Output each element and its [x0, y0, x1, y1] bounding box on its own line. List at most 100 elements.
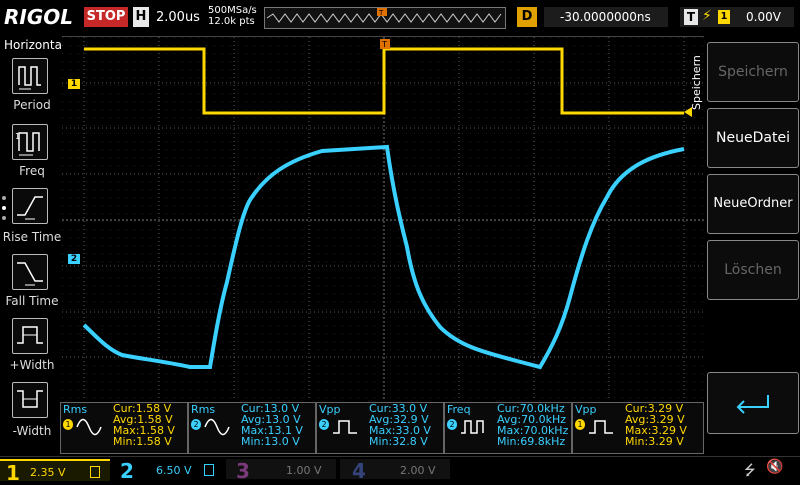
rise-time-icon	[17, 196, 43, 220]
pos-width-label: +Width	[9, 358, 55, 372]
vpp-icon	[333, 420, 357, 434]
left-panel-title: Horizontal	[4, 38, 66, 52]
measurement-values: Cur:70.0kHz Avg:70.0kHz Max:70.0kHz Min:…	[497, 403, 568, 447]
freq-label: Freq	[19, 164, 45, 178]
delay-label: D	[517, 7, 537, 27]
channel-badge: 2	[319, 419, 329, 430]
measurement-freq-ch2[interactable]: Freq 2 Cur:70.0kHz Avg:70.0kHz Max:70.0k…	[444, 402, 572, 454]
measurement-strip: Rms 1 Cur:1.58 V Avg:1.58 V Max:1.58 V M…	[60, 400, 704, 454]
measurement-name: Freq	[447, 403, 471, 416]
trigger-source-badge: 1	[718, 10, 730, 24]
ch2-scale: 6.50 V	[156, 464, 192, 477]
trigger-edge-icon: ⚡	[702, 8, 712, 24]
value-min: Min:69.8kHz	[497, 435, 566, 448]
fall-time-label: Fall Time	[5, 294, 59, 308]
sine-icon	[76, 418, 102, 436]
ch2-tab[interactable]: 2 6.50 V	[112, 459, 222, 483]
sample-rate: 500MSa/s	[208, 5, 257, 16]
new-folder-button[interactable]: NeueOrdner	[707, 174, 799, 234]
memory-points: 12.0k pts	[208, 16, 255, 27]
top-status-bar: RIGOL STOP H 2.00us 500MSa/s 12.0k pts T…	[0, 0, 800, 36]
memory-overview[interactable]: T	[264, 7, 506, 29]
measurement-vpp-ch1[interactable]: Vpp 1 Cur:3.29 V Avg:3.29 V Max:3.29 V M…	[572, 402, 704, 454]
page-dot	[2, 216, 6, 220]
rise-time-button[interactable]	[12, 188, 48, 224]
period-label: Period	[13, 98, 51, 112]
ch1-tab[interactable]: 1 2.35 V	[0, 459, 110, 485]
measurement-values: Cur:1.58 V Avg:1.58 V Max:1.58 V Min:1.5…	[113, 403, 175, 447]
trigger-level: 0.00V	[746, 10, 781, 24]
value-min: Min:1.58 V	[113, 435, 172, 448]
memory-waveform-icon: T	[266, 8, 502, 23]
waveform-graticule: T	[62, 37, 704, 401]
measurement-values: Cur:13.0 V Avg:13.0 V Max:13.1 V Min:13.…	[241, 403, 303, 447]
return-button[interactable]	[707, 372, 799, 434]
sine-icon	[204, 418, 230, 436]
ch3-scale: 1.00 V	[286, 464, 322, 477]
measurement-name: Vpp	[575, 403, 597, 416]
ch4-tab[interactable]: 4 2.00 V	[340, 459, 450, 483]
timebase-value[interactable]: 2.00us	[156, 10, 200, 25]
period-icon	[18, 66, 41, 90]
measurement-name: Rms	[63, 403, 88, 416]
page-dot	[2, 196, 6, 200]
measurement-values: Cur:33.0 V Avg:32.9 V Max:33.0 V Min:32.…	[369, 403, 431, 447]
frequency-icon: 1	[15, 132, 40, 156]
rise-time-label: Rise Time	[2, 230, 62, 244]
sample-info: 500MSa/s 12.0k pts	[208, 5, 257, 27]
measurement-name: Rms	[191, 403, 216, 416]
measurement-rms-ch2[interactable]: Rms 2 Cur:13.0 V Avg:13.0 V Max:13.1 V M…	[188, 402, 316, 454]
ch1-number: 1	[6, 461, 20, 485]
channel-badge: 2	[447, 419, 457, 430]
ch2-number: 2	[120, 459, 134, 483]
value-min: Min:32.8 V	[369, 435, 428, 448]
measurement-vpp-ch2[interactable]: Vpp 2 Cur:33.0 V Avg:32.9 V Max:33.0 V M…	[316, 402, 444, 454]
ch1-scale: 2.35 V	[30, 466, 66, 479]
measurement-values: Cur:3.29 V Avg:3.29 V Max:3.29 V Min:3.2…	[625, 403, 687, 447]
ch3-tab[interactable]: 3 1.00 V	[226, 459, 336, 483]
delete-button[interactable]: Löschen	[707, 240, 799, 300]
ch2-coupling-icon	[204, 464, 214, 476]
freq-button[interactable]: 1	[12, 124, 48, 160]
brand-logo: RIGOL	[4, 5, 74, 29]
ch1-coupling-icon	[90, 466, 100, 478]
trigger-position-marker: T	[381, 40, 387, 49]
fall-time-button[interactable]	[12, 254, 48, 290]
new-file-button[interactable]: NeueDatei	[707, 108, 799, 168]
page-dot-active	[2, 206, 6, 210]
trigger-info[interactable]: T ⚡ 1 0.00V	[680, 7, 794, 27]
return-arrow-icon	[736, 395, 769, 414]
value-min: Min:13.0 V	[241, 435, 300, 448]
save-button[interactable]: Speichern	[707, 42, 799, 102]
ch4-scale: 2.00 V	[400, 464, 436, 477]
trigger-marker-small: T	[378, 9, 384, 17]
frequency-icon	[461, 420, 484, 434]
delay-value[interactable]: -30.0000000ns	[544, 7, 668, 27]
measurement-rms-ch1[interactable]: Rms 1 Cur:1.58 V Avg:1.58 V Max:1.58 V M…	[60, 402, 188, 454]
usb-icon: ⭍	[744, 463, 756, 479]
save-menu-header-text: Speichern	[690, 55, 703, 110]
svg-text:1: 1	[15, 132, 20, 141]
ch4-number: 4	[352, 459, 366, 483]
value-min: Min:3.29 V	[625, 435, 684, 448]
positive-width-icon	[17, 326, 43, 344]
fall-time-icon	[17, 262, 43, 286]
pos-width-button[interactable]	[12, 318, 48, 354]
period-button[interactable]	[12, 58, 48, 94]
vpp-icon	[589, 420, 613, 434]
channel-badge: 2	[191, 419, 201, 430]
waveform-display[interactable]: T 1 2	[62, 36, 704, 405]
negative-width-icon	[17, 390, 43, 408]
channel-badge: 1	[575, 419, 585, 430]
ch2-offset-marker[interactable]: 2	[68, 254, 80, 264]
channel-bar: 1 2.35 V 2 6.50 V 3 1.00 V 4 2.00 V ⭍ 🔇	[0, 456, 800, 485]
speaker-muted-icon[interactable]: 🔇	[766, 459, 783, 475]
run-stop-button[interactable]: STOP	[84, 7, 128, 27]
save-menu-header: Speichern	[688, 40, 704, 120]
trigger-label: T	[684, 9, 698, 25]
ch1-offset-marker[interactable]: 1	[68, 79, 80, 89]
neg-width-button[interactable]	[12, 382, 48, 418]
channel-badge: 1	[63, 419, 73, 430]
measurement-name: Vpp	[319, 403, 341, 416]
timebase-label: H	[133, 7, 149, 27]
